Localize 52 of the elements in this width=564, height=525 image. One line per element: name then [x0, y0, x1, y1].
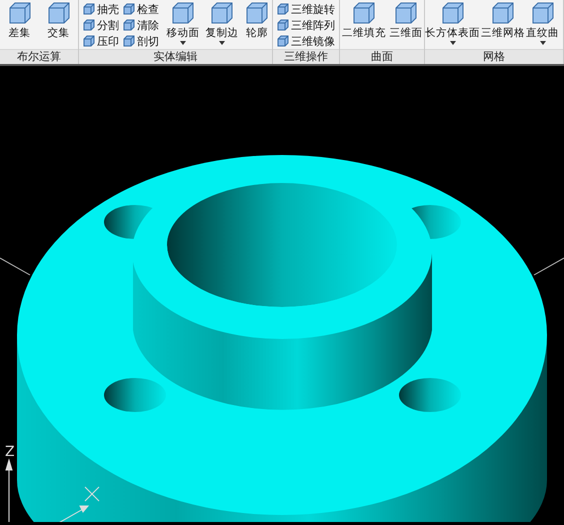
cube-icon — [46, 1, 70, 25]
tool-button[interactable]: 三维镜像 — [276, 33, 336, 49]
cube-icon — [83, 35, 96, 47]
cube-icon — [394, 1, 418, 25]
tool-button[interactable]: 差集 — [8, 1, 32, 40]
cube-icon — [123, 19, 136, 31]
tool-button[interactable]: 剖切 — [122, 33, 160, 49]
ucs-axis-icon — [5, 458, 90, 522]
tool-button[interactable]: 清除 — [122, 17, 160, 33]
tool-button[interactable]: 压印 — [82, 33, 120, 49]
cube-icon — [123, 3, 136, 15]
tool-button[interactable]: 三维阵列 — [276, 17, 336, 33]
cube-icon — [83, 3, 96, 15]
cube-icon — [277, 35, 289, 47]
cube-icon — [8, 1, 32, 25]
edge-line — [534, 258, 564, 276]
panel-title: 布尔运算 — [0, 49, 78, 64]
panel-title: 网格 — [425, 49, 563, 64]
caret-icon — [540, 41, 546, 45]
cube-icon — [491, 1, 515, 25]
cube-icon — [170, 1, 195, 25]
cube-icon — [352, 1, 376, 25]
cube-icon — [277, 19, 289, 31]
cube-icon — [530, 1, 554, 25]
cube-icon — [277, 3, 289, 15]
caret-icon — [450, 41, 456, 45]
axis-label: Z — [5, 444, 15, 460]
cube-icon — [440, 1, 464, 25]
panel-title: 曲面 — [340, 49, 424, 64]
tool-button[interactable]: 二维填充 — [342, 1, 386, 40]
cube-icon — [123, 35, 136, 47]
crosshair-icon — [84, 486, 100, 502]
tool-button[interactable]: 轮廓 — [244, 1, 269, 40]
cube-icon — [210, 1, 234, 25]
tool-button[interactable]: 检查 — [122, 1, 160, 17]
edge-line — [0, 258, 30, 276]
tool-button[interactable]: 三维网格 — [481, 1, 525, 40]
tool-button[interactable]: 交集 — [46, 1, 70, 40]
tool-button[interactable]: 复制边 — [206, 1, 239, 45]
tool-button[interactable]: 分割 — [82, 17, 120, 33]
tool-button[interactable]: 抽壳 — [82, 1, 120, 17]
tool-button[interactable]: 直纹曲 — [526, 1, 559, 45]
cube-icon — [244, 1, 269, 25]
tool-button[interactable]: 移动面 — [166, 1, 200, 45]
tool-button[interactable]: 长方体表面 — [425, 1, 480, 45]
cube-icon — [83, 19, 96, 31]
tool-button[interactable]: 三维面 — [389, 1, 422, 40]
caret-icon — [180, 41, 186, 45]
panel-title: 三维操作 — [273, 49, 339, 64]
tool-button[interactable]: 三维旋转 — [276, 1, 336, 17]
panel-title: 实体编辑 — [79, 49, 272, 64]
caret-icon — [219, 41, 226, 45]
